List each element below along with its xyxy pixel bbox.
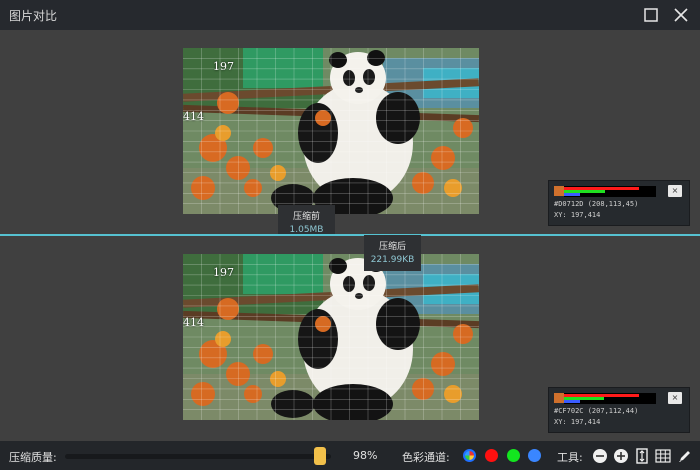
original-image-panel: 197 414 压缩前 1.05MB × #D0712D (208,113,45… [0,30,700,241]
size-tag-after: 压缩后 221.99KB [364,235,421,271]
channel-all-button[interactable] [463,449,476,462]
maximize-icon [644,8,658,22]
rgb-bars [564,393,656,404]
close-button[interactable] [670,4,692,26]
image-compare-window: 图片对比 197 414 压缩前 1.05MB × #D0712D (208,1… [0,0,700,470]
coordinate-x-label: 197 [213,266,234,279]
title-bar: 图片对比 [0,0,700,30]
channel-label: 色彩通道: [402,451,450,464]
compressed-image-panel: 197 414 压缩后 221.99KB × #CF702C (207,112,… [0,235,700,441]
zoom-out-icon[interactable] [592,448,608,464]
zoom-in-icon[interactable] [613,448,629,464]
tools-label: 工具: [557,451,583,464]
channel-green-button[interactable] [507,449,520,462]
size-tag-value: 221.99KB [370,255,415,265]
pen-icon[interactable] [677,448,693,464]
original-image[interactable]: 197 414 [183,48,479,214]
size-tag-label: 压缩后 [378,242,406,252]
bottom-toolbar: 压缩质量: 98% 色彩通道: 工具: [0,441,700,470]
compressed-image[interactable]: 197 414 [183,254,479,420]
coordinate-x-label: 197 [213,60,234,73]
color-hex-text: #D0712D (208,113,45) [554,200,639,208]
blue-bar [564,400,580,403]
color-hex-text: #CF702C (207,112,44) [554,407,639,415]
fit-icon[interactable] [634,448,650,464]
color-xy-text: XY: 197,414 [554,211,601,219]
channel-blue-button[interactable] [528,449,541,462]
color-swatch [554,186,564,196]
close-icon [674,8,688,22]
color-xy-text: XY: 197,414 [554,418,601,426]
quality-slider-track[interactable] [65,454,331,459]
popup-close-button[interactable]: × [668,392,682,404]
size-tag-label: 压缩前 [292,212,320,222]
popup-close-button[interactable]: × [668,185,682,197]
quality-value: 98% [353,449,378,462]
channel-red-button[interactable] [485,449,498,462]
quality-label: 压缩质量: [9,451,57,464]
maximize-button[interactable] [640,4,662,26]
color-info-popup: × #D0712D (208,113,45) XY: 197,414 [548,180,690,226]
quality-slider-handle[interactable] [314,447,326,465]
grid-icon[interactable] [655,448,671,464]
color-info-popup: × #CF702C (207,112,44) XY: 197,414 [548,387,690,433]
coordinate-y-label: 414 [183,110,204,123]
window-title: 图片对比 [9,9,58,23]
coordinate-y-label: 414 [183,316,204,329]
rgb-bars [564,186,656,197]
color-swatch [554,393,564,403]
blue-bar [564,193,580,196]
